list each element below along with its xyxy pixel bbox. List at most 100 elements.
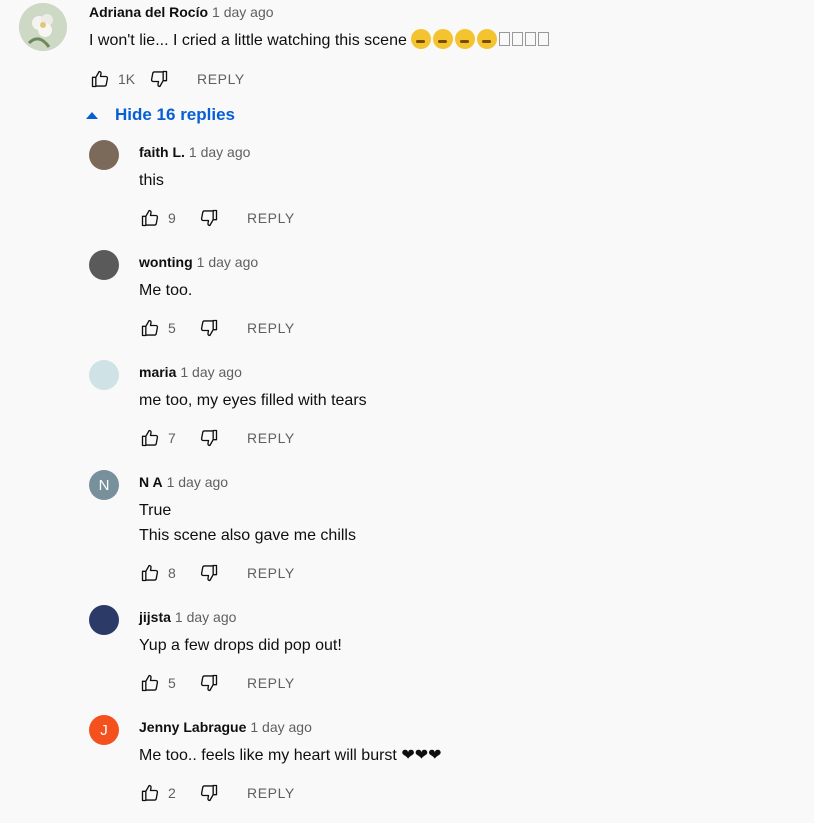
missing-glyph xyxy=(525,32,537,46)
thumbs-up-icon xyxy=(141,429,159,447)
comment-time[interactable]: 1 day ago xyxy=(180,364,242,380)
thumbs-up-icon xyxy=(141,784,159,802)
like-count: 5 xyxy=(168,320,176,336)
like-count: 8 xyxy=(168,565,176,581)
author-name[interactable]: N A xyxy=(139,474,163,490)
comment-time[interactable]: 1 day ago xyxy=(189,144,251,160)
like-count: 1K xyxy=(118,71,136,87)
like-button[interactable] xyxy=(139,562,161,584)
comment-actions: 2 REPLY xyxy=(139,781,295,805)
comment-author[interactable]: jijsta 1 day ago xyxy=(139,609,236,625)
comment-actions: 8 REPLY xyxy=(139,561,295,585)
comment-author[interactable]: faith L. 1 day ago xyxy=(139,144,250,160)
author-name[interactable]: Jenny Labrague xyxy=(139,719,246,735)
thumbs-down-icon xyxy=(200,209,218,227)
missing-glyph xyxy=(512,32,524,46)
avatar-letter: J xyxy=(100,721,108,739)
avatar[interactable]: N xyxy=(89,470,119,500)
avatar[interactable]: J xyxy=(89,715,119,745)
comment-actions: 5 REPLY xyxy=(139,316,295,340)
thumbs-up-icon xyxy=(141,209,159,227)
comment-text-line: this xyxy=(139,172,164,189)
thumbs-down-icon xyxy=(200,564,218,582)
flower-avatar-icon xyxy=(19,3,67,51)
comment-time[interactable]: 1 day ago xyxy=(167,474,229,490)
comment-author[interactable]: maria 1 day ago xyxy=(139,364,242,380)
like-count: 9 xyxy=(168,210,176,226)
like-button[interactable] xyxy=(139,672,161,694)
like-count: 2 xyxy=(168,785,176,801)
avatar[interactable] xyxy=(19,3,67,51)
reply-button[interactable]: REPLY xyxy=(247,210,295,226)
like-count: 7 xyxy=(168,430,176,446)
comment-time[interactable]: 1 day ago xyxy=(197,254,259,270)
author-name[interactable]: jijsta xyxy=(139,609,171,625)
author-name[interactable]: maria xyxy=(139,364,176,380)
reply-button[interactable]: REPLY xyxy=(197,71,245,87)
comment-text-line: True xyxy=(139,502,172,519)
thumbs-down-icon xyxy=(200,429,218,447)
thumbs-down-icon xyxy=(200,674,218,692)
hide-replies-button[interactable]: Hide 16 replies xyxy=(86,103,235,127)
comment-text-line: Yup a few drops did pop out! xyxy=(139,637,342,654)
comment-text-line: Me too. xyxy=(139,282,193,299)
dislike-button[interactable] xyxy=(198,782,220,804)
reply-button[interactable]: REPLY xyxy=(247,565,295,581)
comment-actions: 9 REPLY xyxy=(139,206,295,230)
comment-author[interactable]: Adriana del Rocío 1 day ago xyxy=(89,4,274,20)
author-name[interactable]: Adriana del Rocío xyxy=(89,4,208,20)
reply-button[interactable]: REPLY xyxy=(247,675,295,691)
dislike-button[interactable] xyxy=(198,317,220,339)
thumbs-up-icon xyxy=(141,674,159,692)
crying-emoji-icon xyxy=(455,29,476,49)
comment-time[interactable]: 1 day ago xyxy=(212,4,274,20)
crying-emoji-icon xyxy=(477,29,498,49)
avatar[interactable] xyxy=(89,250,119,280)
author-name[interactable]: wonting xyxy=(139,254,193,270)
dislike-button[interactable] xyxy=(198,427,220,449)
comment-text-line: Me too.. feels like my heart will burst … xyxy=(139,747,442,764)
thumbs-down-icon xyxy=(200,784,218,802)
comment-actions: 5 REPLY xyxy=(139,671,295,695)
dislike-button[interactable] xyxy=(148,68,170,90)
crying-emoji-icon xyxy=(411,29,432,49)
like-button[interactable] xyxy=(139,317,161,339)
comment-text-line: This scene also gave me chills xyxy=(139,527,356,544)
thumbs-up-icon xyxy=(141,319,159,337)
comment-actions: 7 REPLY xyxy=(139,426,295,450)
comment-text: Me too.. feels like my heart will burst … xyxy=(139,743,442,768)
like-button[interactable] xyxy=(139,782,161,804)
missing-glyph xyxy=(538,32,550,46)
avatar[interactable] xyxy=(89,605,119,635)
like-button[interactable] xyxy=(139,427,161,449)
comment-time[interactable]: 1 day ago xyxy=(175,609,237,625)
reply-button[interactable]: REPLY xyxy=(247,785,295,801)
avatar[interactable] xyxy=(89,360,119,390)
missing-glyph xyxy=(499,32,511,46)
comment-text: Me too. xyxy=(139,278,192,303)
thumbs-down-icon xyxy=(200,319,218,337)
avatar[interactable] xyxy=(89,140,119,170)
thumbs-down-icon xyxy=(150,70,168,88)
crying-emoji-icon xyxy=(433,29,454,49)
like-button[interactable] xyxy=(139,207,161,229)
dislike-button[interactable] xyxy=(198,562,220,584)
caret-up-icon xyxy=(86,111,98,119)
hide-replies-label: Hide 16 replies xyxy=(115,105,236,124)
comment-text-line: me too, my eyes filled with tears xyxy=(139,392,367,409)
dislike-button[interactable] xyxy=(198,672,220,694)
comment-author[interactable]: N A1 day ago xyxy=(139,474,228,490)
author-name[interactable]: faith L. xyxy=(139,144,185,160)
comment-author[interactable]: Jenny Labrague 1 day ago xyxy=(139,719,312,735)
comment-actions: 1K REPLY xyxy=(89,67,245,91)
comment-time[interactable]: 1 day ago xyxy=(250,719,312,735)
comment-text-content: I won't lie... I cried a little watching… xyxy=(89,32,407,49)
dislike-button[interactable] xyxy=(198,207,220,229)
missing-glyph-group xyxy=(499,32,551,49)
emoji-group xyxy=(411,29,499,49)
comment-author[interactable]: wonting 1 day ago xyxy=(139,254,258,270)
reply-button[interactable]: REPLY xyxy=(247,430,295,446)
like-button[interactable] xyxy=(89,68,111,90)
comment-text: this xyxy=(139,168,164,193)
reply-button[interactable]: REPLY xyxy=(247,320,295,336)
